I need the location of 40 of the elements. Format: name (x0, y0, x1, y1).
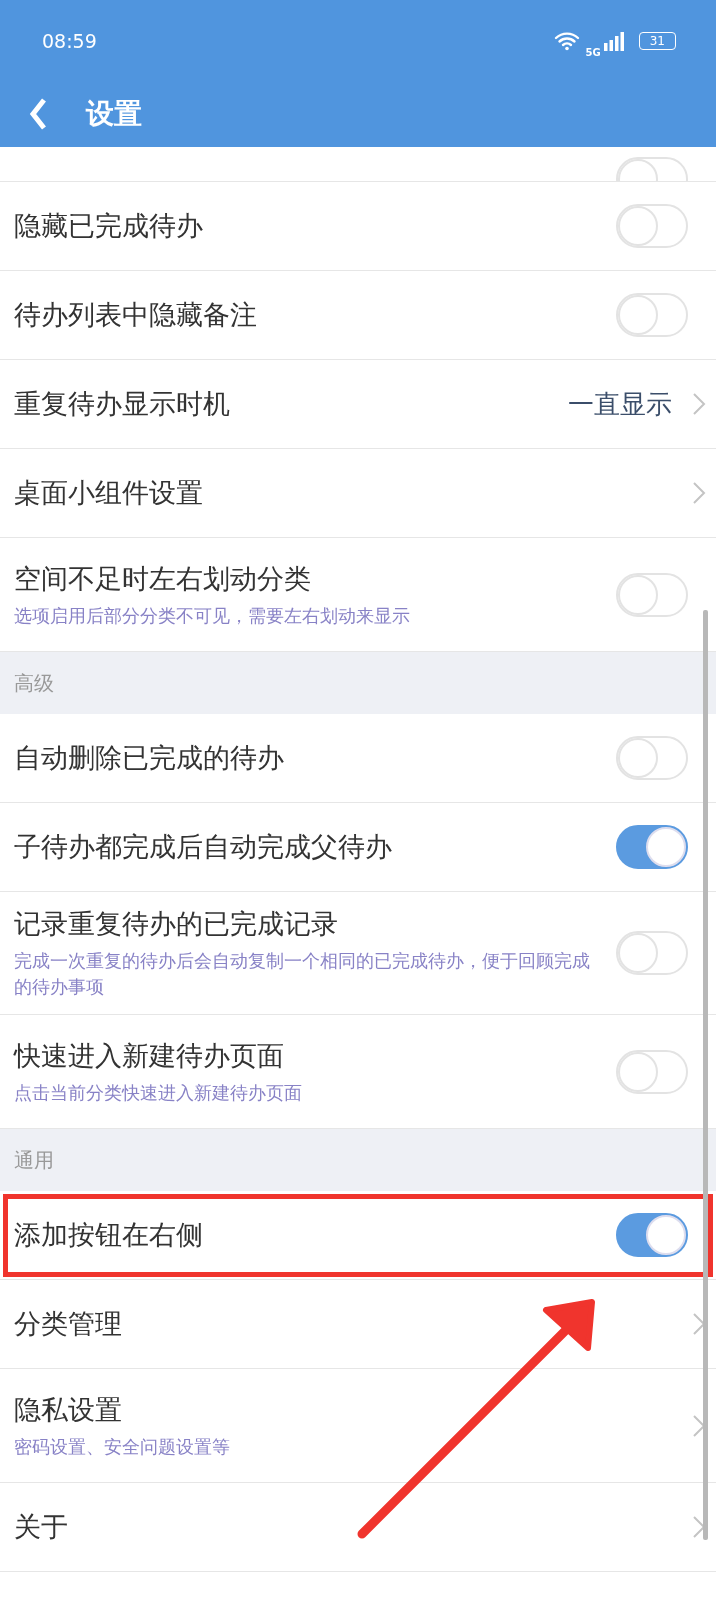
setting-description: 点击当前分类快速进入新建待办页面 (14, 1080, 303, 1105)
scrollbar[interactable] (703, 610, 708, 1540)
settings-row[interactable]: 待办列表中隐藏备注 (0, 271, 716, 360)
setting-label: 添加按钮在右侧 (14, 1218, 204, 1252)
settings-row[interactable]: 添加按钮在右侧 (0, 1191, 716, 1280)
setting-value: 一直显示 (568, 387, 672, 421)
back-icon[interactable] (28, 98, 48, 130)
settings-row[interactable]: 重复待办显示时机 一直显示 (0, 360, 716, 449)
chevron-icon (692, 1515, 706, 1539)
setting-label: 分类管理 (14, 1307, 123, 1341)
chevron-icon (692, 392, 706, 416)
setting-label: 子待办都完成后自动完成父待办 (14, 830, 393, 864)
setting-label: 快速进入新建待办页面 (14, 1038, 285, 1073)
settings-row[interactable]: 隐藏已完成待办 (0, 182, 716, 271)
page-title: 设置 (86, 96, 142, 132)
chevron-icon (692, 1312, 706, 1336)
setting-label: 待办列表中隐藏备注 (14, 298, 258, 332)
setting-label: 关于 (14, 1510, 69, 1544)
setting-label: 桌面小组件设置 (14, 476, 204, 510)
section-header: 通用 (0, 1129, 716, 1191)
setting-description: 选项启用后部分分类不可见，需要左右划动来显示 (14, 603, 411, 628)
setting-label: 重复待办显示时机 (14, 387, 231, 421)
setting-label: 记录重复待办的已完成记录 (14, 907, 339, 941)
settings-row[interactable]: 桌面小组件设置 (0, 449, 716, 538)
toggle-switch[interactable] (616, 825, 688, 869)
battery-indicator: 31 (638, 32, 676, 50)
setting-label: 自动删除已完成的待办 (14, 741, 285, 775)
chevron-icon (692, 1413, 706, 1438)
signal-icon (602, 31, 625, 51)
toggle-switch[interactable] (616, 1213, 688, 1257)
setting-label: 隐私设置 (14, 1392, 123, 1427)
setting-description: 密码设置、安全问题设置等 (14, 1434, 231, 1459)
chevron-icon (692, 481, 706, 505)
wifi-icon (553, 31, 580, 51)
setting-label: 隐藏已完成待办 (14, 209, 204, 243)
status-time: 08:59 (42, 30, 97, 52)
section-header: 高级 (0, 652, 716, 714)
setting-label: 空间不足时左右划动分类 (14, 561, 312, 596)
network-label: 5G (585, 46, 601, 58)
setting-description: 完成一次重复的待办后会自动复制一个相同的已完成待办，便于回顾完成的待办事项 (14, 949, 591, 999)
